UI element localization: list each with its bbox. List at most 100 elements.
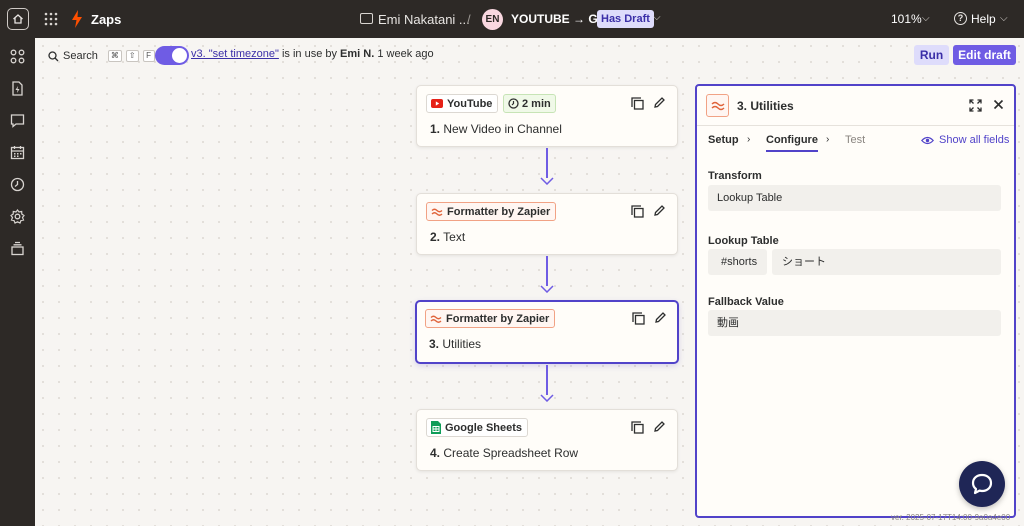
zap-file-icon[interactable]: [10, 81, 25, 96]
app-badge: Formatter by Zapier: [425, 309, 556, 328]
expand-icon[interactable]: [969, 99, 982, 112]
formatter-icon: [430, 315, 442, 323]
tab-configure[interactable]: Configure: [766, 134, 818, 152]
build-version: ver. 2025-07-17T14:00-9a0a4e00: [891, 513, 1011, 522]
step-connector: [546, 365, 548, 395]
settings-icon[interactable]: [10, 209, 25, 224]
help-icon: ?: [954, 12, 967, 25]
arrow-down-icon: [540, 394, 554, 402]
status-text-mid: is in use by: [278, 48, 341, 60]
owner-avatar: EN: [482, 9, 503, 30]
status-time: 1 week ago: [374, 48, 434, 60]
step-title: 2. Text: [430, 230, 465, 244]
app-name: Formatter by Zapier: [446, 312, 550, 325]
tab-setup[interactable]: Setup: [708, 134, 739, 146]
show-all-fields-button[interactable]: Show all fields: [921, 134, 1009, 146]
app-grid-icon[interactable]: [44, 12, 58, 26]
top-bar: Zaps Emi Nakatani ... / EN YOUTUBE → GS …: [0, 0, 1024, 38]
chat-bubble-icon: [971, 473, 993, 495]
copy-icon[interactable]: [631, 205, 644, 218]
layers-icon[interactable]: [10, 241, 25, 256]
youtube-icon: [431, 99, 443, 108]
edit-draft-button[interactable]: Edit draft: [953, 45, 1016, 65]
step-title: 1. New Video in Channel: [430, 122, 562, 136]
zoom-level[interactable]: 101%: [891, 12, 922, 26]
step-number: 3.: [429, 337, 440, 351]
formatter-icon: [706, 94, 729, 117]
app-name[interactable]: Zaps: [91, 12, 121, 27]
app-name: Formatter by Zapier: [447, 205, 551, 218]
step-name: Utilities: [442, 337, 482, 351]
breadcrumb-separator: /: [467, 12, 471, 27]
chevron-right-icon: ›: [747, 134, 751, 145]
transform-field[interactable]: Lookup Table: [708, 185, 1001, 211]
show-all-label: Show all fields: [939, 134, 1010, 146]
step-name: Create Spreadsheet Row: [443, 446, 579, 460]
fallback-value-field[interactable]: 動画: [708, 310, 1001, 336]
breadcrumb-folder[interactable]: Emi Nakatani ...: [378, 12, 470, 27]
eye-icon: [921, 136, 934, 144]
lookup-table-label: Lookup Table: [708, 235, 779, 247]
lookup-value-field[interactable]: ショート: [772, 249, 1001, 275]
shortcut-key: F: [142, 50, 155, 62]
step-editor-panel: 3. Utilities Setup › Configure › Test Sh…: [695, 84, 1016, 518]
lookup-key-field[interactable]: #shorts: [708, 249, 767, 275]
copy-icon[interactable]: [631, 97, 644, 110]
formatter-icon: [431, 208, 443, 216]
zap-name[interactable]: YOUTUBE → GS: [511, 12, 606, 26]
step-name: New Video in Channel: [443, 122, 562, 136]
arrow-down-icon: [540, 177, 554, 185]
app-name: Google Sheets: [445, 421, 523, 434]
copy-icon[interactable]: [632, 312, 645, 325]
interfaces-icon[interactable]: [10, 113, 25, 128]
step-title: 3. Utilities: [429, 337, 481, 351]
zap-canvas[interactable]: Search ⌘ ⇧ F v3. "set timezone" is in us…: [35, 38, 1024, 526]
status-user: Emi N.: [340, 48, 375, 60]
search-button[interactable]: Search ⌘ ⇧ F: [48, 47, 155, 65]
panel-header: 3. Utilities: [697, 86, 1014, 126]
chat-button[interactable]: [959, 461, 1005, 507]
close-icon[interactable]: [992, 98, 1005, 111]
zapier-bolt-icon: [72, 10, 82, 28]
pencil-icon[interactable]: [653, 420, 666, 433]
chevron-down-icon[interactable]: ⌵: [1000, 13, 1008, 24]
version-link[interactable]: v3. "set timezone": [191, 48, 279, 60]
step-name: Text: [443, 230, 466, 244]
home-button[interactable]: [7, 8, 29, 30]
step-card-1[interactable]: YouTube 2 min 1. New Video in Channel: [416, 85, 678, 147]
chevron-right-icon: ›: [826, 134, 830, 145]
chevron-down-icon[interactable]: ⌵: [922, 13, 930, 24]
zap-on-toggle[interactable]: [155, 46, 189, 65]
step-card-3[interactable]: Formatter by Zapier 3. Utilities: [415, 300, 679, 364]
home-icon: [13, 14, 23, 24]
history-icon[interactable]: [10, 177, 25, 192]
step-number: 2.: [430, 230, 441, 244]
tab-test[interactable]: Test: [845, 134, 865, 146]
run-button[interactable]: Run: [914, 45, 949, 65]
app-badge: YouTube: [426, 94, 499, 113]
search-icon: [48, 50, 59, 61]
pencil-icon[interactable]: [653, 96, 666, 109]
time-label: 2 min: [522, 97, 551, 110]
app-badge: Google Sheets: [426, 418, 529, 437]
panel-tabs: Setup › Configure › Test Show all fields: [697, 126, 1014, 156]
transform-label: Transform: [708, 170, 762, 182]
copy-icon[interactable]: [631, 421, 644, 434]
apps-icon[interactable]: [10, 49, 25, 64]
google-sheets-icon: [431, 421, 441, 434]
step-number: 4.: [430, 446, 441, 460]
help-menu[interactable]: Help: [971, 12, 996, 26]
step-connector: [546, 256, 548, 286]
fallback-value-label: Fallback Value: [708, 296, 784, 308]
shortcut-key: ⇧: [125, 50, 139, 62]
step-number: 1.: [430, 122, 441, 136]
chevron-down-icon[interactable]: ⌵: [653, 12, 661, 23]
left-sidebar: [0, 38, 35, 526]
step-card-2[interactable]: Formatter by Zapier 2. Text: [416, 193, 678, 255]
step-card-4[interactable]: Google Sheets 4. Create Spreadsheet Row: [416, 409, 678, 471]
pencil-icon[interactable]: [654, 311, 667, 324]
pencil-icon[interactable]: [653, 204, 666, 217]
lookup-table-row: #shorts ショート: [708, 249, 1001, 275]
folder-icon: [360, 13, 373, 24]
tables-icon[interactable]: [10, 145, 25, 160]
